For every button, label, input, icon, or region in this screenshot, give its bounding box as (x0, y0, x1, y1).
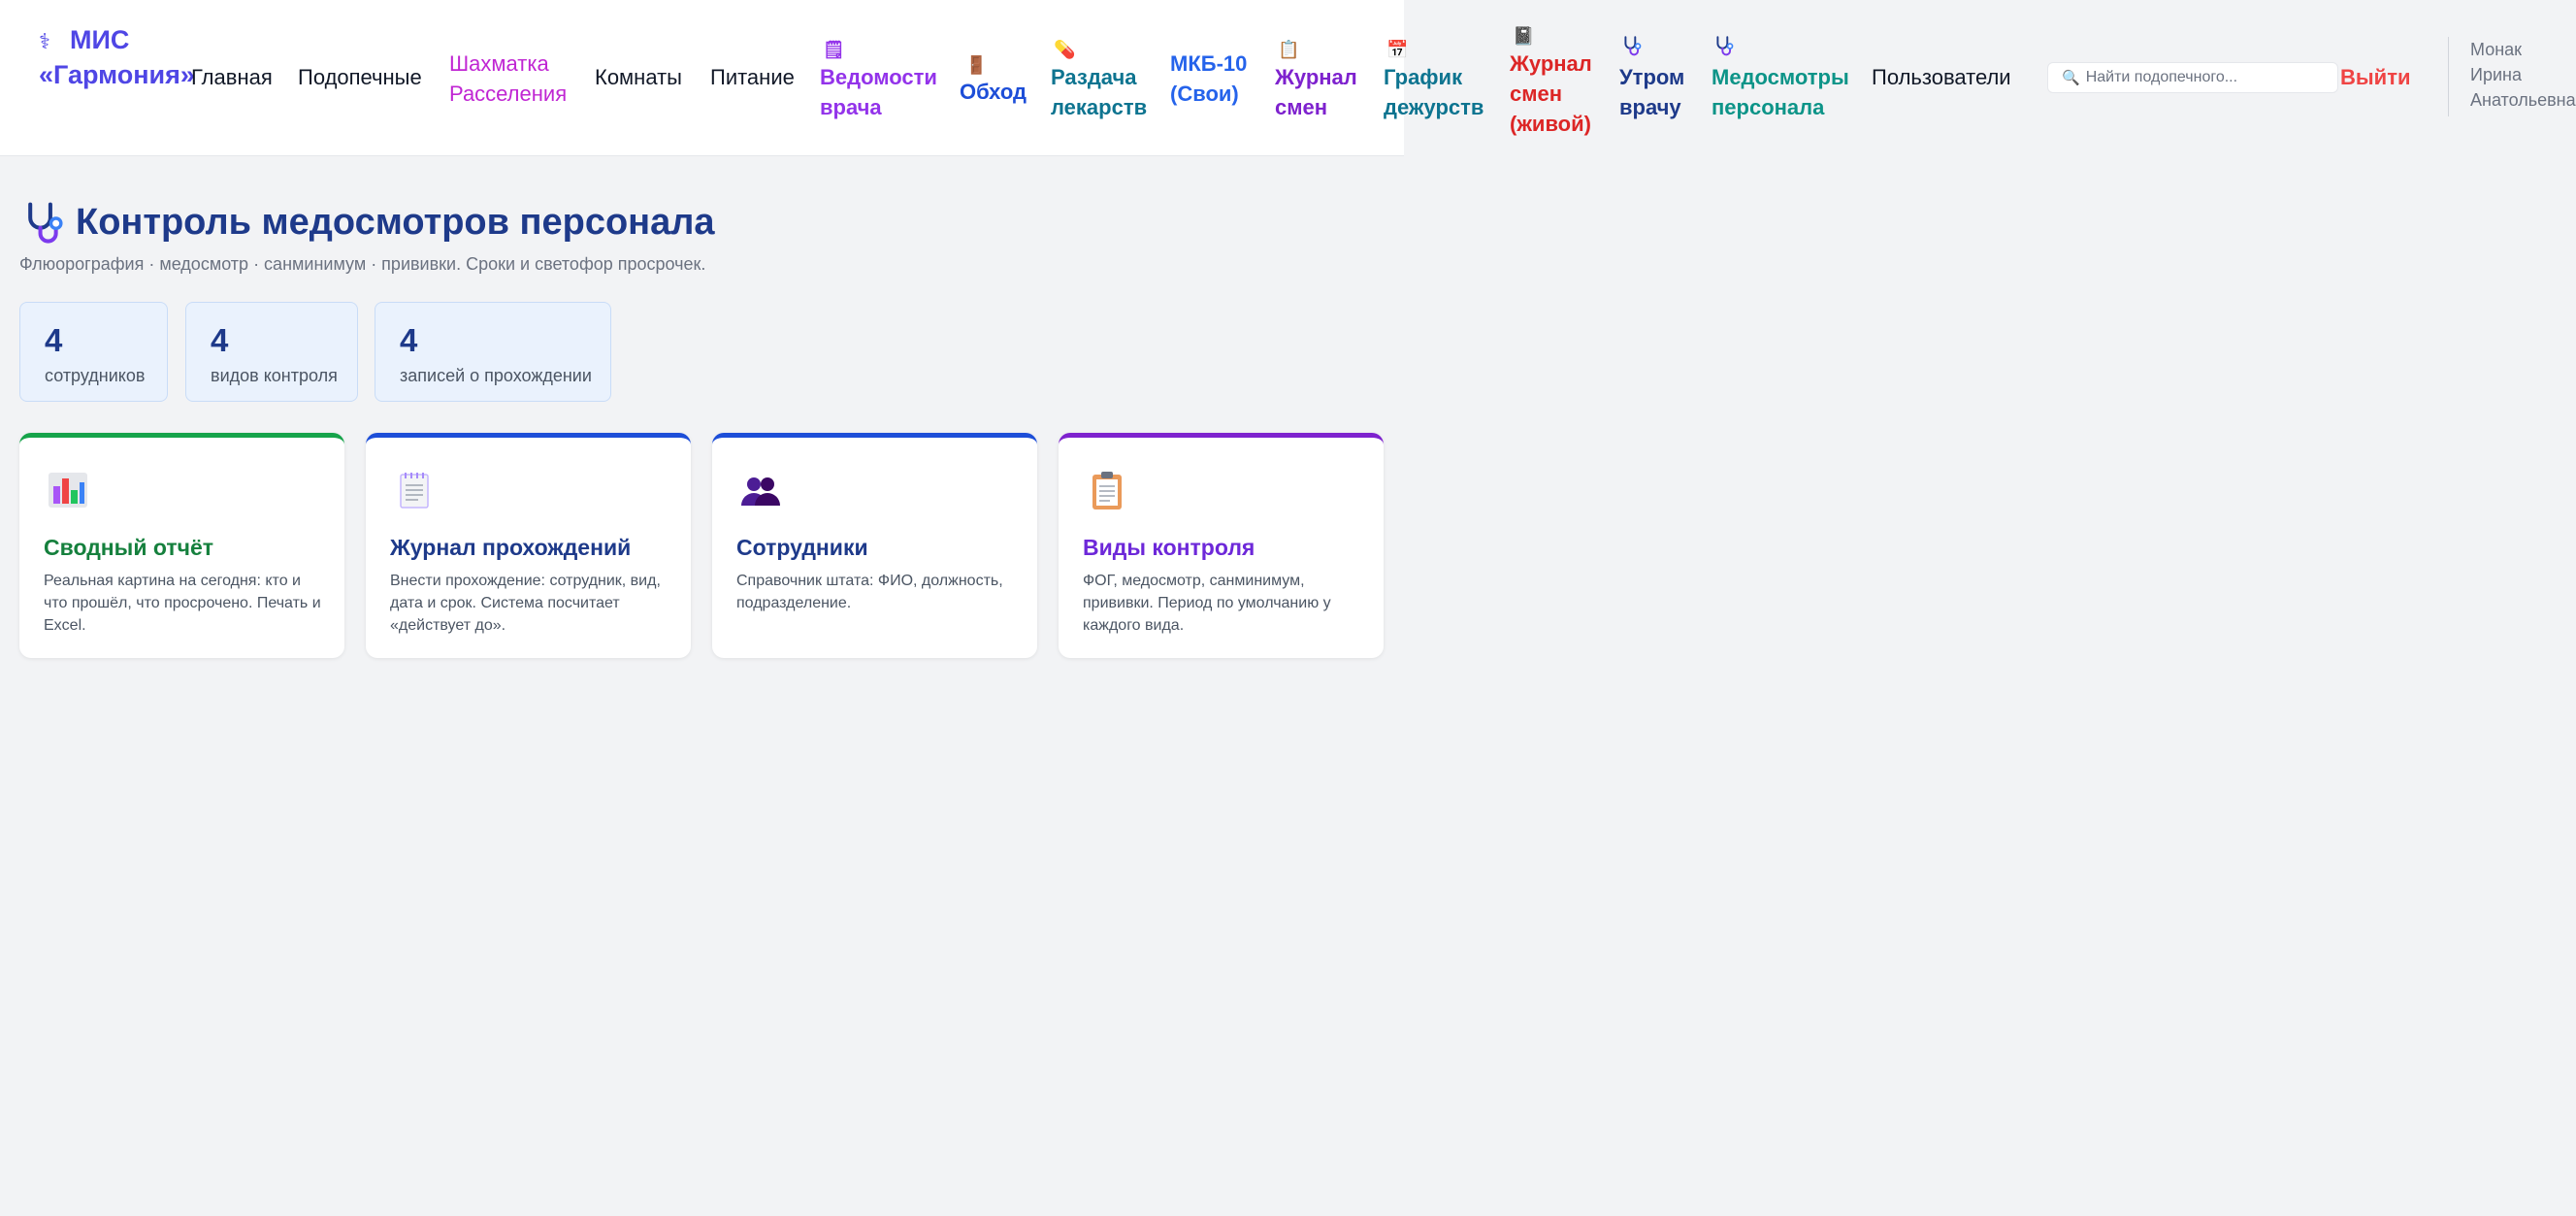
brand-name-line1: МИС (70, 25, 130, 54)
card-employees[interactable]: Сотрудники Справочник штата: ФИО, должно… (712, 433, 1037, 658)
card-description: ФОГ, медосмотр, санминимум, прививки. Пе… (1083, 573, 1331, 634)
clipboard-icon (1092, 472, 1122, 509)
stat-label: записей о прохождении (400, 366, 592, 385)
nav-item-icd10[interactable]: МКБ-10 (Свои) (1170, 49, 1257, 109)
card-control-types[interactable]: Виды контроля ФОГ, медосмотр, санминимум… (1059, 433, 1384, 658)
card-summary-report[interactable]: Сводный отчёт Реальная картина на сегодн… (19, 433, 344, 658)
nav-item-doctor-statements[interactable]: 🗒 Ведомости врача (820, 40, 937, 122)
notebook-icon: 📓 (1513, 26, 1535, 46)
nav-item-morning-to-doctor[interactable]: Утром врачу (1619, 62, 1697, 122)
search-box: 🔍 (2047, 62, 2338, 93)
stat-value: 4 (211, 322, 229, 358)
card-description: Реальная картина на сегодня: кто и что п… (44, 573, 321, 634)
search-icon: 🔍 (2062, 70, 2080, 86)
card-title: Журнал прохождений (390, 535, 632, 560)
search-input[interactable] (2085, 69, 2319, 86)
nav-item-staff-checkups[interactable]: Медосмотры персонала (1712, 62, 1867, 122)
card-description: Внести прохождение: сотрудник, вид, дата… (390, 573, 661, 634)
stethoscope-icon (21, 200, 66, 245)
stethoscope-icon (1621, 35, 1643, 56)
stat-value: 4 (45, 322, 63, 358)
nav-item-nutrition[interactable]: Питание (710, 62, 795, 92)
nav-item-home[interactable]: Главная (191, 62, 273, 92)
caduceus-icon: ⚕ (39, 29, 50, 53)
nav-item-users[interactable]: Пользователи (1872, 62, 2011, 92)
nav-item-rooms[interactable]: Комнаты (595, 62, 682, 92)
bar-chart-icon (49, 473, 87, 508)
card-description: Справочник штата: ФИО, должность, подраз… (736, 573, 1003, 611)
top-navigation-bar: ⚕ МИС «Гармония» Главная Подопечные Шахма… (0, 0, 2011, 156)
notepad-icon: 🗒 (823, 40, 845, 59)
stat-card-employees: 4 сотрудников (19, 302, 168, 402)
card-checkup-journal[interactable]: Журнал прохождений Внести прохождение: с… (366, 433, 691, 658)
stethoscope-icon (1713, 35, 1735, 56)
nav-item-room-chessboard[interactable]: Шахматка Расселения (449, 49, 575, 109)
logout-button[interactable]: Выйти (2340, 62, 2411, 92)
stat-label: сотрудников (45, 366, 146, 385)
calendar-icon: 📅 (1386, 40, 1409, 59)
user-name: Монак Ирина Анатольевна (2448, 37, 2576, 116)
nav-item-shift-log[interactable]: 📋 Журнал смен (1275, 40, 1372, 122)
nav-item-medication-distribution[interactable]: 💊 Раздача лекарств (1051, 40, 1158, 122)
card-title: Сводный отчёт (44, 535, 214, 560)
stat-card-control-types: 4 видов контроля (185, 302, 358, 402)
nav-item-rounds[interactable]: 🚪 Обход (960, 55, 1027, 107)
people-icon (741, 477, 780, 506)
page-title: Контроль медосмотров персонала (76, 202, 715, 243)
stat-card-records: 4 записей о прохождении (375, 302, 611, 402)
stat-label: видов контроля (211, 366, 338, 385)
card-title: Сотрудники (736, 535, 868, 560)
card-title: Виды контроля (1083, 535, 1255, 560)
app-logo[interactable]: ⚕ МИС «Гармония» (39, 23, 195, 91)
brand-name-line2: «Гармония» (39, 60, 195, 89)
nav-item-duty-schedule[interactable]: 📅 График дежурств (1384, 40, 1490, 122)
notepad-icon (400, 473, 429, 509)
door-icon: 🚪 (965, 55, 988, 75)
page-subtitle: Флюорография · медосмотр · санминимум · … (19, 254, 706, 274)
pill-icon: 💊 (1054, 40, 1076, 59)
stat-value: 4 (400, 322, 418, 358)
nav-item-residents[interactable]: Подопечные (298, 62, 422, 92)
nav-item-live-shift-log[interactable]: 📓 Журнал смен (живой) (1510, 26, 1607, 139)
clipboard-icon: 📋 (1278, 40, 1300, 59)
